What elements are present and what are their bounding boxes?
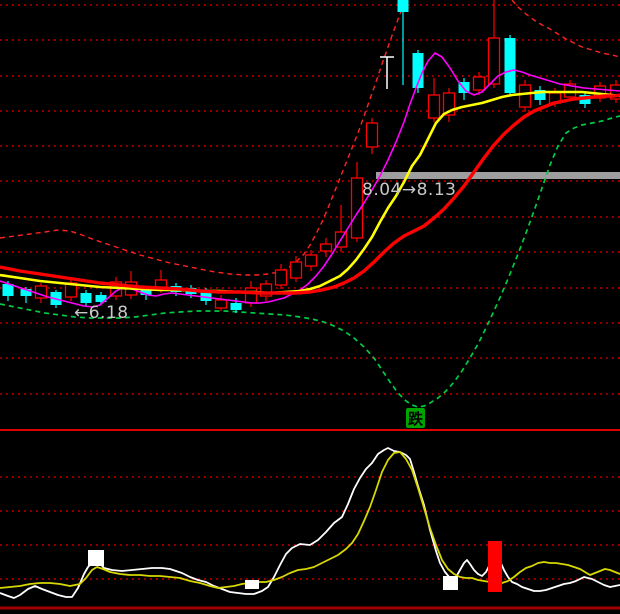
indicator-white-line [0, 448, 620, 598]
price-range-label: 8.04→8.13 [362, 181, 456, 199]
candlestick [216, 300, 227, 308]
indicator-yellow-line [0, 452, 620, 588]
price-panel[interactable] [0, 0, 620, 407]
candlestick [398, 0, 409, 12]
stock-chart-window: 8.04→8.13 ←6.18 跌 [0, 0, 620, 614]
signal-square-marker [245, 580, 259, 589]
indicator-panel[interactable] [0, 448, 620, 608]
candlestick [429, 95, 440, 118]
candlestick [520, 85, 531, 107]
upper-band-line [512, 0, 620, 57]
candlestick [3, 284, 14, 296]
candlestick [474, 77, 485, 90]
fall-signal-badge: 跌 [406, 408, 425, 428]
candlestick [81, 293, 92, 303]
signal-square-marker [443, 576, 458, 590]
candlestick [246, 288, 257, 303]
low-price-label: ←6.18 [74, 304, 129, 322]
candlestick [321, 244, 332, 251]
signal-square-marker [88, 550, 104, 566]
candlestick [306, 255, 317, 266]
candlestick [276, 270, 287, 285]
candlestick [367, 123, 378, 147]
resistance-zone-bar [376, 172, 620, 179]
candlestick [231, 303, 242, 310]
signal-bar [488, 541, 502, 592]
candlestick [505, 38, 516, 93]
candlestick [291, 262, 302, 278]
